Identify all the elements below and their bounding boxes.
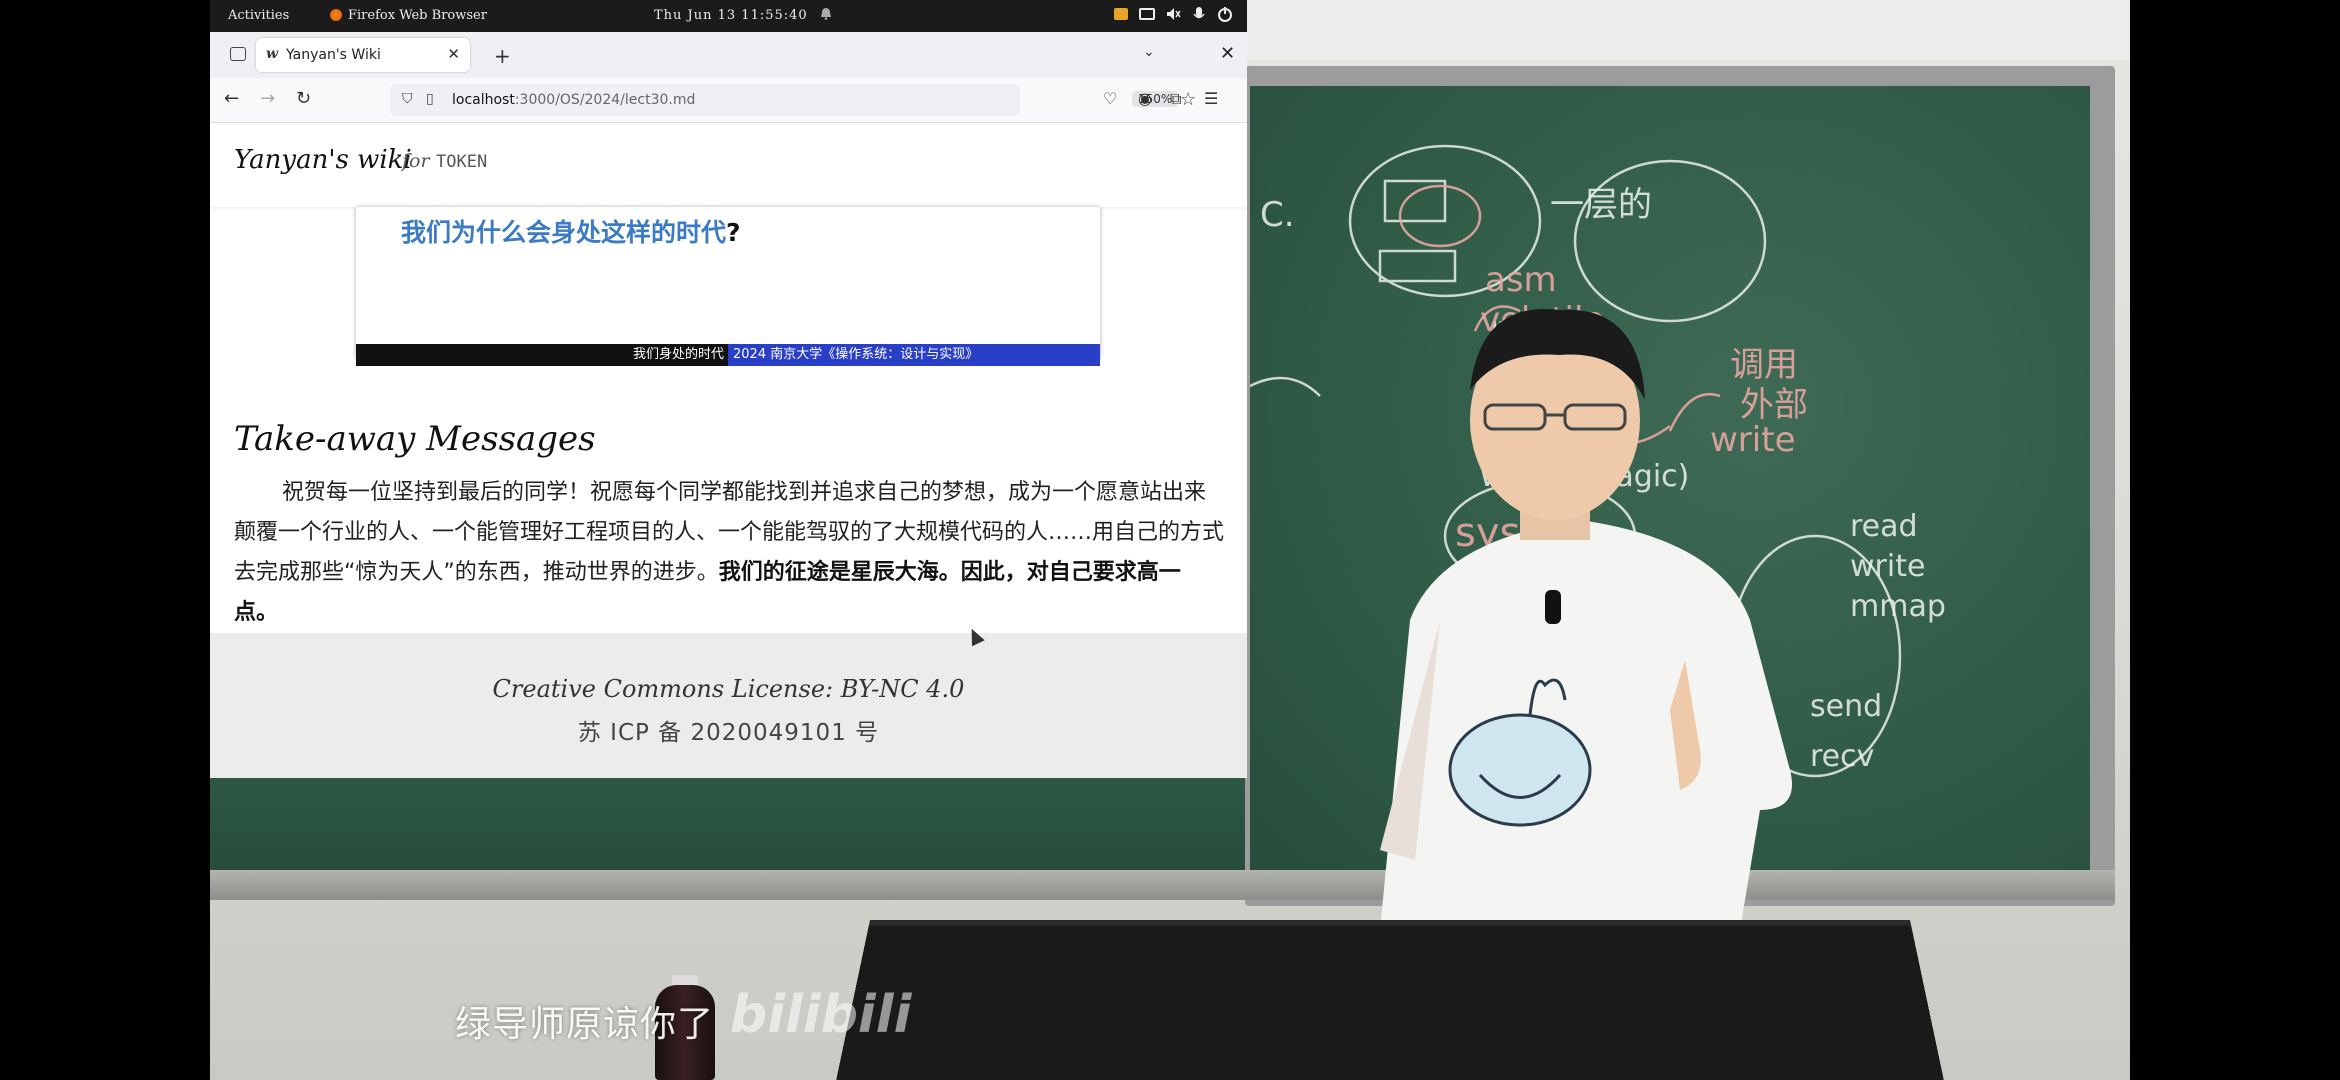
chalk-text: mmap (1850, 589, 1946, 624)
new-tab-icon[interactable]: + (494, 44, 511, 68)
account-icon[interactable]: ◉ (1138, 89, 1152, 108)
url-path: :3000/OS/2024/lect30.md (514, 92, 696, 108)
navigation-toolbar: ← → ↻ ⛉ ▯ localhost:3000/OS/2024/lect30.… (210, 78, 1247, 123)
back-arrow-icon[interactable]: ← (224, 88, 239, 109)
site-token-label: TOKEN (436, 152, 488, 172)
url-host: localhost (452, 92, 515, 108)
extensions-icon[interactable]: ⧉ (1170, 89, 1181, 109)
tab-close-icon[interactable]: ✕ (447, 45, 460, 63)
firefox-icon (330, 9, 342, 21)
chalk-text: 一层的 (1550, 185, 1652, 225)
app-menu[interactable]: Firefox Web Browser (330, 8, 487, 23)
volume-muted-icon[interactable] (1165, 6, 1181, 22)
desktop-background-strip (1247, 0, 2130, 60)
lecturer (1380, 309, 1792, 930)
power-icon[interactable] (1217, 6, 1233, 22)
window-close-icon[interactable]: ✕ (1220, 43, 1235, 64)
tab-yanyans-wiki[interactable]: w Yanyan's Wiki ✕ (256, 38, 470, 72)
site-header: Yanyan's wiki for TOKEN (210, 123, 1247, 207)
slide-footer-bar: 我们身处的时代 2024 南京大学《操作系统：设计与实现》 (356, 344, 1100, 366)
system-tray[interactable] (1113, 6, 1233, 22)
url-text[interactable]: localhost:3000/OS/2024/lect30.md (452, 92, 695, 108)
notification-bell-icon (821, 8, 831, 20)
slide-question-text: 我们为什么会身处这样的时代 (401, 218, 727, 247)
app-name: Firefox Web Browser (348, 8, 487, 23)
reload-icon[interactable]: ↻ (296, 88, 311, 109)
firefox-view-icon[interactable] (230, 47, 246, 61)
wiki-favicon-icon: w (266, 46, 279, 62)
web-page: Yanyan's wiki for TOKEN 我们为什么会身处这样的时代? 我… (210, 123, 1247, 778)
gnome-top-bar: Activities Firefox Web Browser Thu Jun 1… (210, 0, 1247, 32)
bookmark-star-icon[interactable]: ☆ (1180, 89, 1196, 110)
screen-icon[interactable] (1139, 6, 1155, 22)
tab-bar: w Yanyan's Wiki ✕ + ⌄ ✕ (210, 32, 1247, 78)
site-title[interactable]: Yanyan's wiki (234, 145, 412, 175)
icp-text[interactable]: 苏 ICP 备 2020049101 号 (210, 713, 1247, 747)
clock[interactable]: Thu Jun 13 11:55:40 (654, 8, 808, 23)
hamburger-menu-icon[interactable]: ☰ (1204, 89, 1218, 108)
chalk-text: C. (1260, 195, 1295, 235)
site-for-label: for (402, 150, 430, 172)
section-heading: Take-away Messages (234, 419, 596, 459)
slide-question: 我们为什么会身处这样的时代? (401, 213, 741, 249)
page-info-icon[interactable]: ▯ (426, 91, 434, 107)
video-subtitle: 绿导师原谅你了 (455, 1004, 715, 1045)
screen-capture: Activities Firefox Web Browser Thu Jun 1… (210, 0, 1247, 778)
monitor (825, 920, 1955, 1080)
forward-arrow-icon[interactable]: → (260, 88, 275, 109)
tracking-shield-icon[interactable]: ⛉ (402, 91, 413, 107)
url-bar[interactable]: ⛉ ▯ localhost:3000/OS/2024/lect30.md 150… (390, 84, 1196, 116)
microphone-icon[interactable] (1191, 6, 1207, 22)
license-text[interactable]: Creative Commons License: BY-NC 4.0 (210, 675, 1247, 703)
chalk-text: read (1850, 509, 1918, 544)
slide-footer-course: 2024 南京大学《操作系统：设计与实现》 (728, 344, 1100, 366)
site-footer: Creative Commons License: BY-NC 4.0 苏 IC… (210, 633, 1247, 778)
chalk-text: write (1850, 549, 1925, 584)
section-paragraph: 祝贺每一位坚持到最后的同学！祝愿每个同学都能找到并追求自己的梦想，成为一个愿意站… (234, 473, 1224, 633)
pocket-icon[interactable]: ♡ (1103, 89, 1117, 108)
activities-button[interactable]: Activities (228, 8, 289, 23)
slide-question-mark: ? (726, 218, 741, 247)
bilibili-watermark: bilibili (730, 985, 912, 1045)
input-method-icon[interactable] (1113, 6, 1129, 22)
tab-title: Yanyan's Wiki (286, 47, 381, 63)
embedded-slide: 我们为什么会身处这样的时代? 我们身处的时代 2024 南京大学《操作系统：设计… (356, 207, 1100, 366)
slide-footer-section: 我们身处的时代 (632, 347, 724, 362)
list-all-tabs-chevron-icon[interactable]: ⌄ (1143, 44, 1155, 60)
